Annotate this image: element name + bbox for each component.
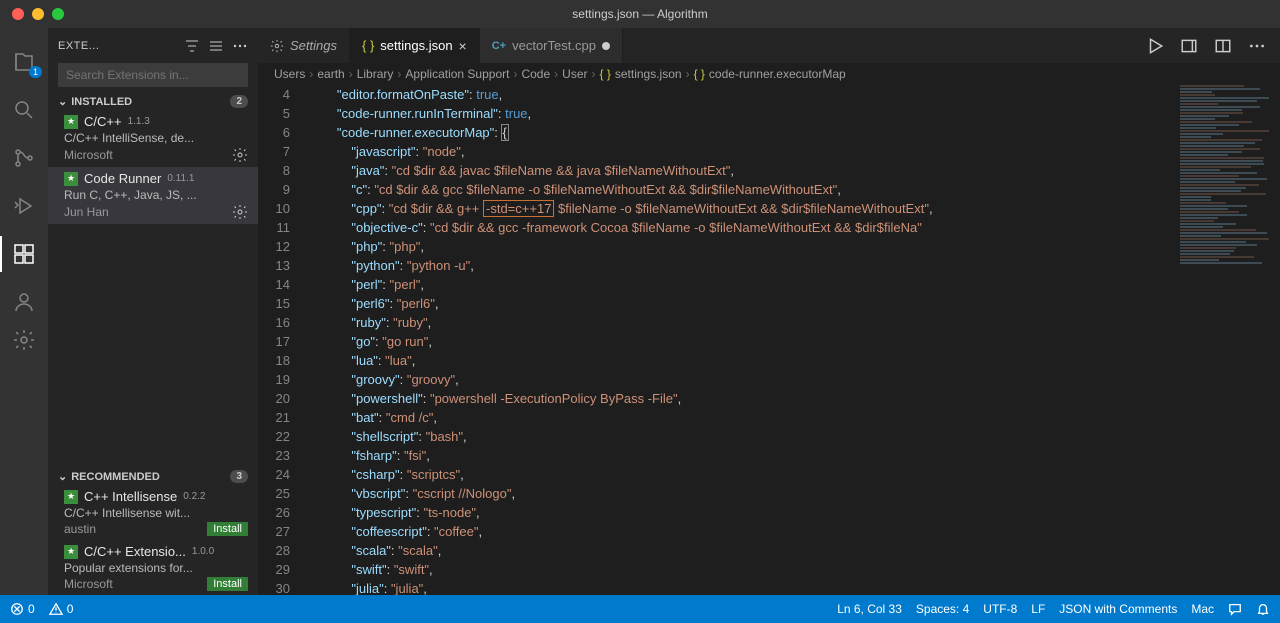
installed-count: 2 (230, 95, 248, 108)
extension-item[interactable]: ★C/C++ Extensio...1.0.0Popular extension… (48, 540, 258, 595)
feedback-icon[interactable] (1228, 602, 1242, 616)
extension-item[interactable]: ★C++ Intellisense0.2.2C/C++ Intellisense… (48, 485, 258, 540)
extension-item[interactable]: ★Code Runner0.11.1Run C, C++, Java, JS, … (48, 167, 258, 224)
errors-item[interactable]: 0 (10, 602, 35, 616)
bell-icon[interactable] (1256, 602, 1270, 616)
breadcrumb-segment[interactable]: User (562, 67, 587, 81)
warnings-item[interactable]: 0 (49, 602, 74, 616)
activity-bar: 1 (0, 28, 48, 595)
star-icon: ★ (64, 490, 78, 504)
language-mode[interactable]: JSON with Comments (1059, 602, 1177, 616)
extensions-icon[interactable] (10, 240, 38, 268)
cursor-position[interactable]: Ln 6, Col 33 (837, 602, 902, 616)
source-control-icon[interactable] (10, 144, 38, 172)
os-label[interactable]: Mac (1191, 602, 1214, 616)
tab-settings[interactable]: Settings (258, 28, 350, 63)
encoding[interactable]: UTF-8 (983, 602, 1017, 616)
tab-settings-json[interactable]: { } settings.json × (350, 28, 480, 63)
gear-icon[interactable] (232, 204, 248, 220)
close-tab-icon[interactable]: × (459, 38, 467, 54)
recommended-count: 3 (230, 470, 248, 483)
close-window[interactable] (12, 8, 24, 20)
modified-dot-icon (602, 42, 610, 50)
indentation[interactable]: Spaces: 4 (916, 602, 969, 616)
install-button[interactable]: Install (207, 522, 248, 536)
breadcrumb-segment[interactable]: Code (521, 67, 550, 81)
breadcrumb-segment[interactable]: earth (317, 67, 344, 81)
gear-icon[interactable] (232, 147, 248, 163)
maximize-window[interactable] (52, 8, 64, 20)
eol[interactable]: LF (1031, 602, 1045, 616)
more-icon[interactable] (232, 38, 248, 54)
explorer-badge: 1 (29, 66, 42, 78)
clear-icon[interactable] (208, 38, 224, 54)
account-icon[interactable] (10, 288, 38, 316)
debug-icon[interactable] (10, 192, 38, 220)
install-button[interactable]: Install (207, 577, 248, 591)
breadcrumb-segment[interactable]: settings.json (615, 67, 682, 81)
code-editor[interactable]: 4567891011121314151617181920212223242526… (258, 85, 1280, 595)
chevron-down-icon: ⌄ (58, 95, 67, 108)
installed-section-header[interactable]: ⌄ INSTALLED 2 (48, 93, 258, 110)
explorer-icon[interactable]: 1 (10, 48, 38, 76)
titlebar: settings.json — Algorithm (0, 0, 1280, 28)
more-actions-icon[interactable] (1248, 37, 1266, 55)
breadcrumb-segment[interactable]: code-runner.executorMap (709, 67, 846, 81)
breadcrumb[interactable]: Users›earth›Library›Application Support›… (258, 63, 1280, 85)
split-icon[interactable] (1180, 37, 1198, 55)
star-icon: ★ (64, 115, 78, 129)
recommended-section-header[interactable]: ⌄ RECOMMENDED 3 (48, 468, 258, 485)
breadcrumb-segment[interactable]: Library (357, 67, 394, 81)
run-icon[interactable] (1146, 37, 1164, 55)
tab-bar: Settings { } settings.json × C+ vectorTe… (258, 28, 1280, 63)
layout-icon[interactable] (1214, 37, 1232, 55)
chevron-down-icon: ⌄ (58, 470, 67, 483)
window-controls (0, 8, 64, 20)
sidebar-title: EXTE... (58, 40, 176, 52)
minimap[interactable] (1180, 85, 1280, 385)
status-bar: 0 0 Ln 6, Col 33 Spaces: 4 UTF-8 LF JSON… (0, 595, 1280, 623)
settings-gear-icon[interactable] (10, 326, 38, 354)
star-icon: ★ (64, 172, 78, 186)
search-input[interactable] (58, 63, 248, 87)
extension-item[interactable]: ★C/C++1.1.3C/C++ IntelliSense, de...Micr… (48, 110, 258, 167)
breadcrumb-segment[interactable]: Application Support (405, 67, 509, 81)
tab-vectortest[interactable]: C+ vectorTest.cpp (480, 28, 623, 63)
extensions-sidebar: EXTE... ⌄ INSTALLED 2 ★C/C++1.1.3C/C++ I… (48, 28, 258, 595)
window-title: settings.json — Algorithm (572, 7, 707, 21)
star-icon: ★ (64, 545, 78, 559)
breadcrumb-segment[interactable]: Users (274, 67, 305, 81)
editor-area: Settings { } settings.json × C+ vectorTe… (258, 28, 1280, 595)
filter-icon[interactable] (184, 38, 200, 54)
minimize-window[interactable] (32, 8, 44, 20)
search-icon[interactable] (10, 96, 38, 124)
